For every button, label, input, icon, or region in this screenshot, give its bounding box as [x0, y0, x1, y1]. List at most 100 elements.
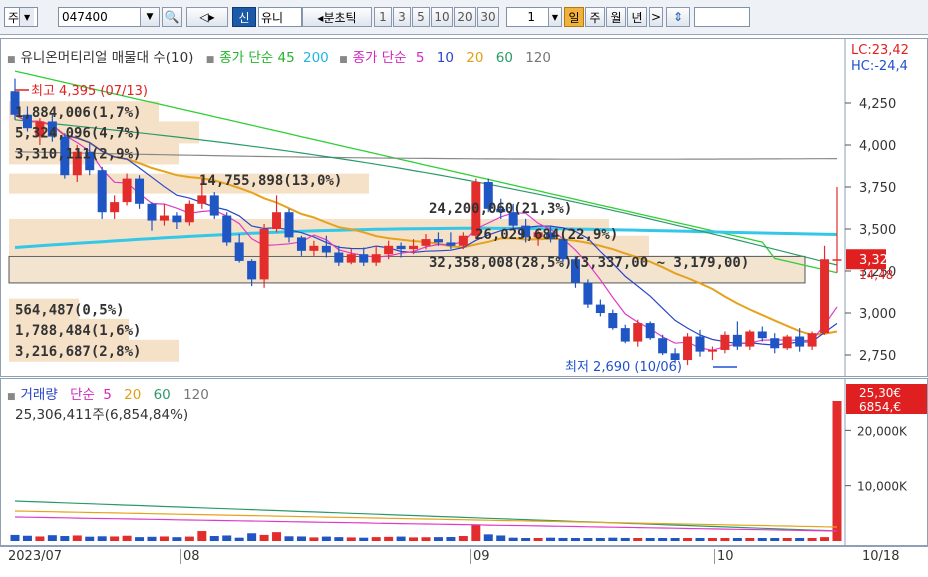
- interval-10-button[interactable]: 10: [431, 7, 453, 27]
- candle-body: [757, 331, 767, 339]
- volume-bar: [384, 536, 394, 541]
- period-day-button[interactable]: 일: [564, 7, 584, 27]
- period-year-button[interactable]: 년: [627, 7, 647, 27]
- square-bullet-icon: ■: [339, 55, 348, 65]
- sort-arrows-icon[interactable]: ⇕: [666, 7, 690, 27]
- profile-label: 24,200,060(21,3%): [429, 201, 572, 217]
- profile-label: 1,788,484(1,6%): [15, 323, 141, 339]
- candle-body: [135, 178, 145, 204]
- period-month-button[interactable]: 월: [606, 7, 626, 27]
- candle-body: [197, 195, 207, 204]
- volume-bar: [483, 534, 493, 541]
- volume-bar: [645, 538, 655, 541]
- date-label: 10: [714, 549, 734, 564]
- volume-bar: [496, 535, 506, 541]
- interval-label: 3: [398, 10, 406, 24]
- volume-bar: [558, 537, 568, 541]
- volume-ma5: 5: [103, 387, 112, 403]
- price-chart-panel[interactable]: 4,250 4,000 3,750 3,500 3,250 3,000 2,750 3,320…: [0, 38, 928, 377]
- candle-body: [433, 239, 443, 243]
- volume-bar: [47, 535, 57, 541]
- interval-20-button[interactable]: 20: [454, 7, 476, 27]
- candle-body: [321, 245, 331, 253]
- candle-body: [633, 323, 643, 342]
- candle-body: [247, 260, 257, 280]
- candle-body: [296, 237, 306, 251]
- volume-bar: [695, 538, 705, 541]
- profile-label: 3,216,687(2,8%): [15, 344, 141, 360]
- profile-label: 564,487(0,5%): [15, 303, 125, 319]
- profile-range-label: 32,358,008(28,5%)(3,337,00 ~ 3,179,00): [429, 255, 749, 271]
- count-input[interactable]: 1: [506, 7, 550, 27]
- interval-label: 1: [379, 10, 387, 24]
- volume-bar: [97, 536, 107, 541]
- profile-label: 1,884,006(1,7%): [15, 105, 141, 121]
- candle-body: [272, 212, 282, 229]
- interval-label: 20: [457, 10, 473, 24]
- candle-body: [458, 235, 468, 246]
- interval-label: 5: [417, 10, 425, 24]
- candle-body: [97, 170, 107, 213]
- volume-bar: [421, 537, 431, 541]
- square-bullet-icon: ■: [7, 392, 16, 402]
- volume-ma20: 20: [124, 387, 142, 403]
- candle-body: [396, 245, 406, 250]
- period-week-button[interactable]: 주: [585, 7, 605, 27]
- candle-body: [683, 336, 693, 361]
- price-tick-label: 4,250: [859, 97, 896, 112]
- interval-1-button[interactable]: 1: [374, 7, 392, 27]
- square-bullet-icon: ■: [7, 55, 16, 65]
- candle-body: [309, 245, 319, 251]
- volume-bar: [85, 536, 95, 541]
- price-tick-label: 3,750: [859, 181, 896, 196]
- volume-bar: [184, 536, 194, 541]
- volume-bar: [620, 537, 630, 541]
- candle-body: [745, 331, 755, 347]
- volume-bar: [359, 537, 369, 541]
- interval-3-button[interactable]: 3: [393, 7, 411, 27]
- toolbar: 주 ▼ 047400 ▼ 🔍 ◁▸ 신 유니 ◂분초틱 1 3 5 10 20 3…: [0, 0, 928, 35]
- volume-bar: [22, 535, 32, 541]
- count-dropdown-button[interactable]: ▼: [548, 7, 562, 27]
- volume-bar: [570, 538, 580, 541]
- period-select[interactable]: 주 ▼: [4, 7, 38, 27]
- volume-bar: [745, 538, 755, 541]
- volume-bar: [159, 536, 169, 541]
- candle-body: [259, 229, 269, 280]
- volume-chart-panel[interactable]: 20,000K 10,000K 25,30€ 6854,€ ■ 거래량 단순 5 20 …: [0, 378, 928, 546]
- candle-body: [110, 202, 120, 213]
- interval-30-button[interactable]: 30: [477, 7, 499, 27]
- period-year-label: 년: [631, 10, 643, 25]
- search-icon[interactable]: 🔍: [162, 7, 182, 27]
- candle-body: [695, 336, 705, 352]
- volume-bar: [110, 536, 120, 541]
- price-change-label: 14,48: [859, 268, 893, 282]
- volume-bar: [595, 538, 605, 541]
- tick-nav-label: ◂분초틱: [317, 10, 357, 25]
- speaker-icon[interactable]: ◁▸: [186, 7, 228, 27]
- volume-tick-label: 20,000K: [857, 424, 908, 438]
- price-chart[interactable]: 4,2504,0003,7503,5003,2503,0002,7503,320…: [1, 39, 927, 376]
- lc-readout: LC:23,42: [851, 43, 909, 58]
- volume-ma60-line: [14, 500, 838, 532]
- tick-nav-button[interactable]: ◂분초틱: [302, 7, 372, 27]
- volume-bar: [807, 538, 817, 541]
- chevron-right-icon[interactable]: >: [649, 7, 663, 27]
- candle-body: [658, 338, 668, 354]
- volume-bar: [309, 537, 319, 541]
- extra-input[interactable]: [694, 7, 750, 27]
- stock-name-field[interactable]: 유니: [258, 7, 302, 27]
- legend-ma5: 5: [415, 50, 425, 66]
- code-dropdown-button[interactable]: ▼: [140, 7, 160, 27]
- volume-bar: [583, 538, 593, 541]
- price-tick-label: 3,000: [859, 307, 896, 322]
- legend-stock-name: 유니온머티리얼 매물대 수(10): [20, 50, 194, 66]
- candle-body: [222, 215, 232, 243]
- volume-bar: [521, 538, 531, 541]
- price-tick-label: 2,750: [859, 349, 896, 364]
- interval-5-button[interactable]: 5: [412, 7, 430, 27]
- count-value: 1: [527, 10, 535, 24]
- volume-bar: [546, 537, 556, 541]
- interval-label: 10: [434, 10, 450, 24]
- legend-ma120: 120: [525, 50, 551, 66]
